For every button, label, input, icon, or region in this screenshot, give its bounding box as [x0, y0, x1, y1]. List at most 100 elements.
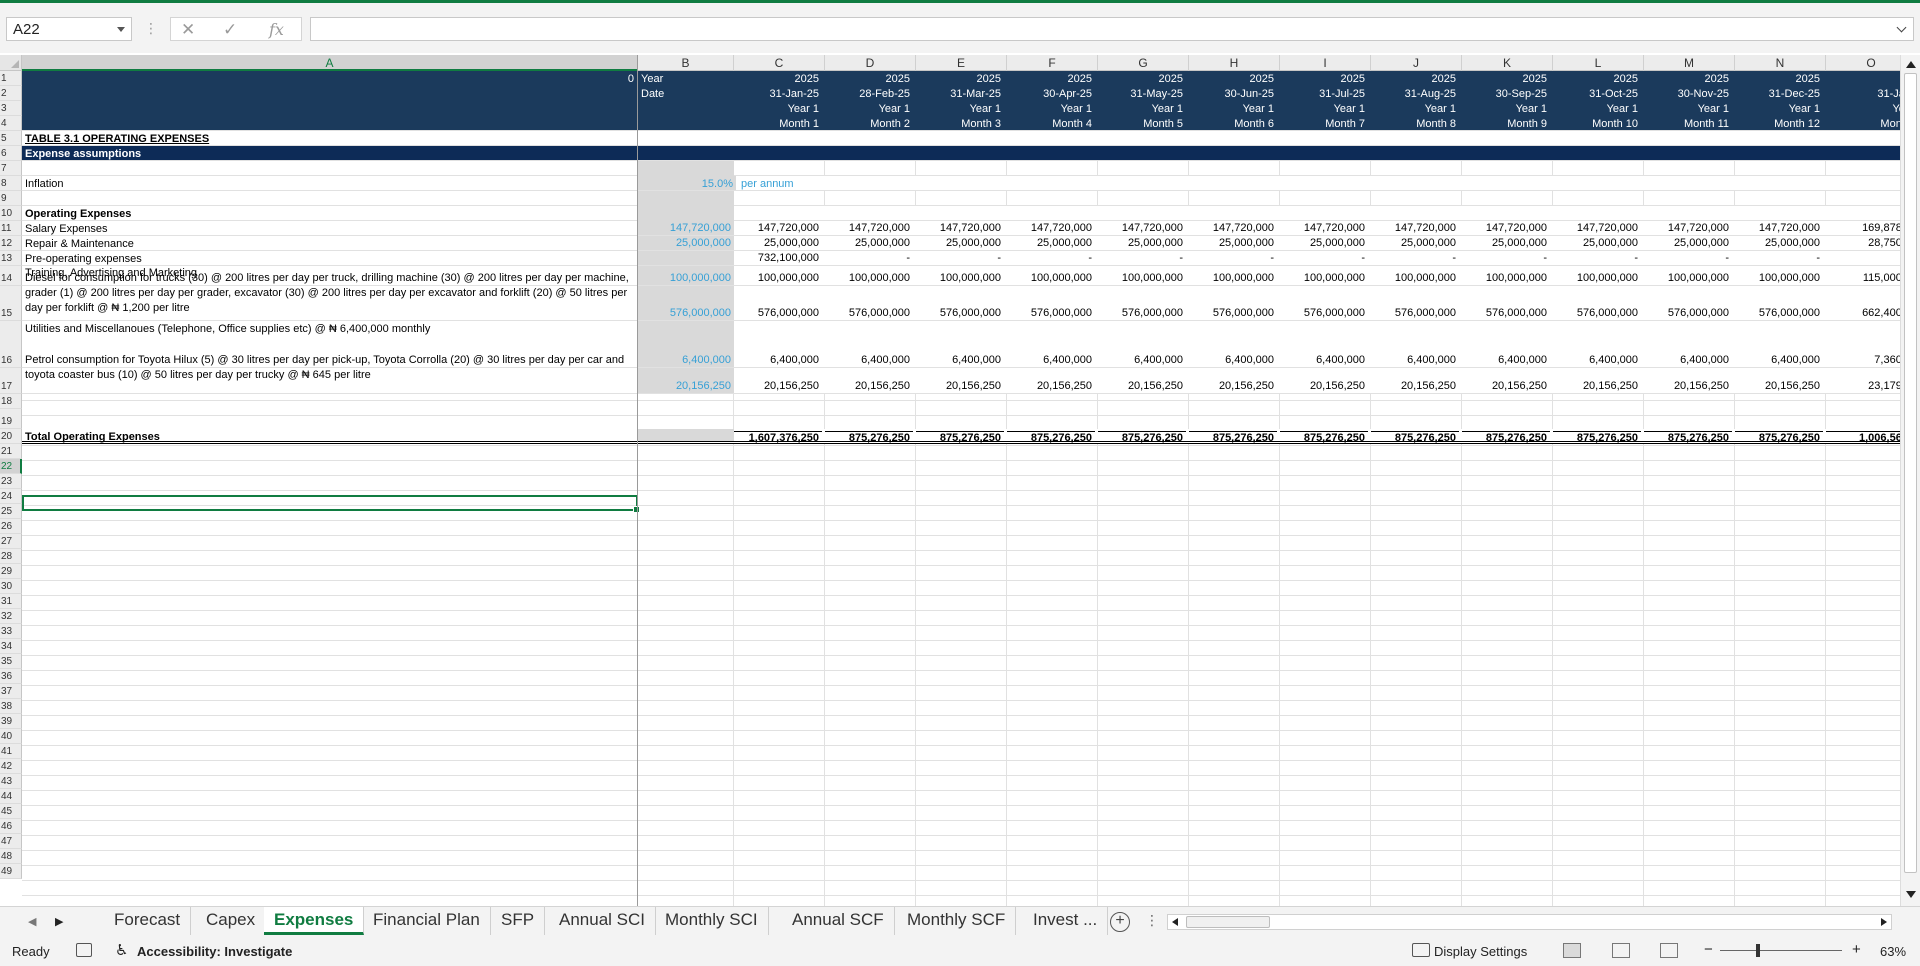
expense-value[interactable]: 6,400,000: [1098, 321, 1186, 367]
total-value[interactable]: 875,276,250: [1553, 431, 1641, 444]
expense-value[interactable]: 147,720,000: [1735, 221, 1823, 235]
row-header-34[interactable]: 34: [0, 639, 22, 654]
row-header-44[interactable]: 44: [0, 789, 22, 804]
normal-view-icon[interactable]: [1563, 943, 1581, 958]
total-value[interactable]: 875,276,250: [1189, 431, 1277, 444]
column-header-n[interactable]: N: [1735, 55, 1826, 71]
enter-icon[interactable]: ✓: [223, 20, 237, 40]
accessibility-status[interactable]: Accessibility: Investigate: [137, 944, 292, 959]
total-value[interactable]: 875,276,250: [1280, 431, 1368, 444]
expense-value[interactable]: 100,000,000: [1553, 266, 1641, 285]
expense-value[interactable]: 100,000,000: [1098, 266, 1186, 285]
expense-value[interactable]: 576,000,000: [734, 286, 822, 320]
expense-value[interactable]: 25,000,000: [1189, 236, 1277, 250]
row-header-45[interactable]: 45: [0, 804, 22, 819]
tab-monthly-scf[interactable]: Monthly SCF: [897, 907, 1017, 935]
scroll-left-icon[interactable]: [1172, 918, 1178, 926]
tab-more-icon[interactable]: ⋮: [1145, 912, 1159, 929]
row-header-31[interactable]: 31: [0, 594, 22, 609]
expense-value[interactable]: 576,000,000: [1462, 286, 1550, 320]
expense-value[interactable]: -: [1462, 251, 1550, 265]
row-header-10[interactable]: 10: [0, 206, 22, 221]
expense-label[interactable]: Pre-operating expenses: [22, 253, 636, 267]
expense-value[interactable]: 662,400,0: [1826, 286, 1900, 320]
row-header-47[interactable]: 47: [0, 834, 22, 849]
row-header-7[interactable]: 7: [0, 161, 22, 176]
expense-value[interactable]: -: [1644, 251, 1732, 265]
expense-value[interactable]: 25,000,000: [1098, 236, 1186, 250]
total-value[interactable]: 1,607,376,250: [734, 431, 822, 444]
formula-input[interactable]: [310, 17, 1914, 41]
expense-label[interactable]: Salary Expenses: [22, 223, 636, 237]
expense-value[interactable]: 576,000,000: [1371, 286, 1459, 320]
display-settings-button[interactable]: Display Settings: [1434, 944, 1527, 959]
total-value[interactable]: 875,276,250: [1007, 431, 1095, 444]
row-header-1[interactable]: 1: [0, 71, 22, 86]
expense-value[interactable]: 20,156,250: [734, 368, 822, 393]
column-header-o[interactable]: O: [1826, 55, 1900, 71]
expense-value[interactable]: -: [1371, 251, 1459, 265]
row-header-32[interactable]: 32: [0, 609, 22, 624]
row-header-22[interactable]: 22: [0, 459, 22, 474]
expense-value[interactable]: 147,720,000: [916, 221, 1004, 235]
expense-value[interactable]: 25,000,000: [1644, 236, 1732, 250]
expense-value[interactable]: 576,000,000: [1098, 286, 1186, 320]
row-header-13[interactable]: 13: [0, 251, 22, 266]
cell-a1[interactable]: 0: [22, 73, 637, 132]
expense-value[interactable]: 20,156,250: [1098, 368, 1186, 393]
expense-value[interactable]: 100,000,000: [1735, 266, 1823, 285]
expense-value[interactable]: 7,360,0: [1826, 321, 1900, 367]
expand-formula-icon[interactable]: [1896, 22, 1907, 33]
tab-annual-scf[interactable]: Annual SCF: [782, 907, 895, 935]
expense-value[interactable]: 20,156,250: [1553, 368, 1641, 393]
total-value[interactable]: 1,006,567,: [1826, 431, 1900, 444]
total-value[interactable]: 875,276,250: [1644, 431, 1732, 444]
expense-value[interactable]: 147,720,000: [1371, 221, 1459, 235]
expense-value[interactable]: 576,000,000: [1007, 286, 1095, 320]
tab-forecast[interactable]: Forecast: [104, 907, 192, 935]
row-header-41[interactable]: 41: [0, 744, 22, 759]
row-header-15[interactable]: 15: [0, 286, 22, 321]
row-header-5[interactable]: 5: [0, 131, 22, 146]
expense-value[interactable]: 20,156,250: [1007, 368, 1095, 393]
row-header-35[interactable]: 35: [0, 654, 22, 669]
column-header-j[interactable]: J: [1371, 55, 1462, 71]
row-header-43[interactable]: 43: [0, 774, 22, 789]
zoom-slider[interactable]: [1720, 950, 1842, 951]
tab-invest[interactable]: Invest ...: [1023, 907, 1109, 935]
expense-input[interactable]: 100,000,000: [638, 266, 734, 285]
row-header-26[interactable]: 26: [0, 519, 22, 534]
accessibility-icon[interactable]: ♿: [115, 941, 128, 959]
expense-value[interactable]: -: [1553, 251, 1641, 265]
expense-value[interactable]: 147,720,000: [825, 221, 913, 235]
expense-value[interactable]: 20,156,250: [825, 368, 913, 393]
expense-value[interactable]: 25,000,000: [1007, 236, 1095, 250]
expense-value[interactable]: 6,400,000: [734, 321, 822, 367]
expense-value[interactable]: 115,000,0: [1826, 266, 1900, 285]
tab-financial-plan[interactable]: Financial Plan: [363, 907, 491, 935]
row-header-4[interactable]: 4: [0, 116, 22, 131]
row-header-21[interactable]: 21: [0, 444, 22, 459]
expense-value[interactable]: 6,400,000: [825, 321, 913, 367]
expense-value[interactable]: 169,878,0: [1826, 221, 1900, 235]
display-settings-icon[interactable]: [1412, 943, 1430, 957]
tab-capex[interactable]: Capex: [196, 907, 267, 935]
row-header-37[interactable]: 37: [0, 684, 22, 699]
column-header-l[interactable]: L: [1553, 55, 1644, 71]
expense-value[interactable]: 6,400,000: [1280, 321, 1368, 367]
tab-monthly-sci[interactable]: Monthly SCI: [655, 907, 769, 935]
column-header-d[interactable]: D: [825, 55, 916, 71]
total-value[interactable]: 875,276,250: [916, 431, 1004, 444]
tab-prev-icon[interactable]: ◀: [28, 915, 36, 928]
expense-value[interactable]: 100,000,000: [1280, 266, 1368, 285]
inflation-unit[interactable]: per annum: [738, 178, 797, 192]
column-header-m[interactable]: M: [1644, 55, 1735, 71]
scroll-down-icon[interactable]: [1906, 891, 1916, 898]
page-break-preview-icon[interactable]: [1660, 943, 1678, 958]
zoom-out-button[interactable]: −: [1704, 941, 1713, 958]
row-header-46[interactable]: 46: [0, 819, 22, 834]
column-header-b[interactable]: B: [638, 55, 734, 71]
tab-sfp[interactable]: SFP: [491, 907, 546, 935]
expense-value[interactable]: -: [916, 251, 1004, 265]
row-header-9[interactable]: 9: [0, 191, 22, 206]
